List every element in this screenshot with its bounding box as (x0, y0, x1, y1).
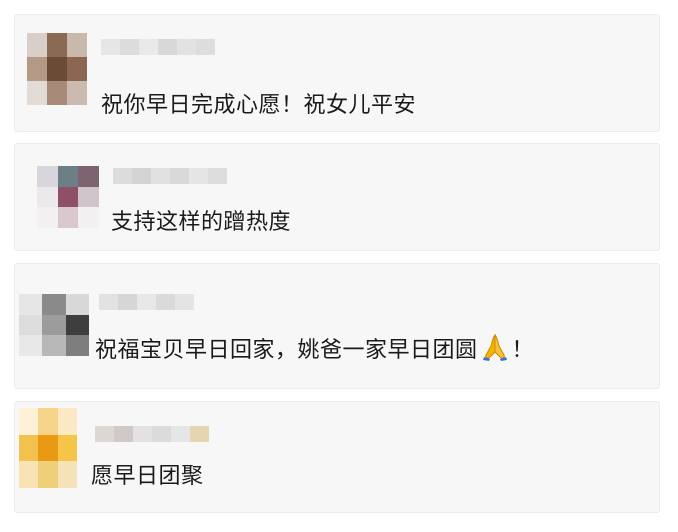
username-blurred[interactable] (101, 39, 215, 55)
comment-text: 祝你早日完成心愿！祝女儿平安 (101, 93, 417, 118)
username-blurred[interactable] (95, 426, 209, 442)
avatar[interactable] (37, 166, 99, 228)
comment-text-body: 祝福宝贝早日回家，姚爸一家早日团圆 (95, 338, 478, 363)
folded-hands-icon (482, 333, 507, 361)
comment-text-tail: ！ (511, 338, 535, 363)
comment-item: 祝你早日完成心愿！祝女儿平安 (14, 14, 660, 132)
avatar[interactable] (19, 294, 89, 356)
comment-item: 愿早日团聚 (14, 401, 660, 513)
username-blurred[interactable] (99, 294, 194, 310)
avatar[interactable] (27, 33, 87, 105)
comment-text: 祝福宝贝早日回家，姚爸一家早日团圆 ！ (95, 332, 534, 364)
comment-item: 支持这样的蹭热度 (14, 143, 660, 251)
username-blurred[interactable] (113, 168, 227, 184)
comment-text: 支持这样的蹭热度 (111, 210, 292, 235)
comment-text: 愿早日团聚 (91, 464, 204, 489)
comment-item: 祝福宝贝早日回家，姚爸一家早日团圆 ！ (14, 263, 660, 389)
avatar[interactable] (19, 408, 77, 488)
